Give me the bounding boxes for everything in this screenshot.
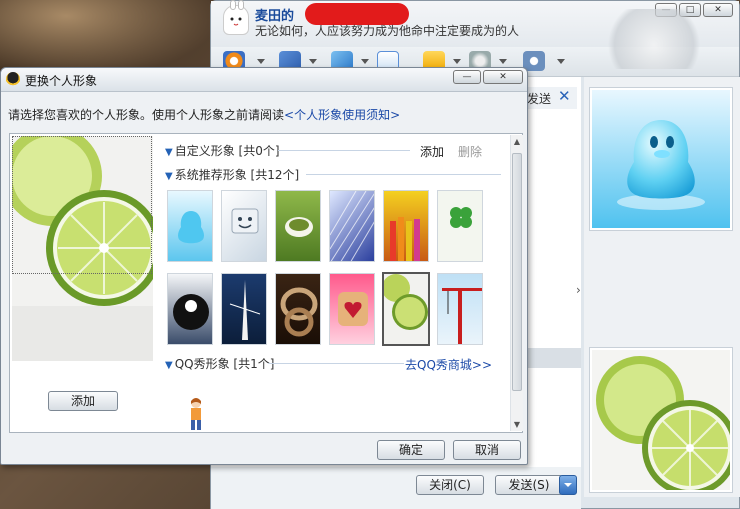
decorative-flower bbox=[599, 9, 709, 69]
thumb-rope[interactable] bbox=[275, 273, 321, 345]
dialog-title: 更换个人形象 bbox=[25, 74, 98, 88]
chevron-down-icon[interactable] bbox=[309, 59, 317, 64]
chevron-down-icon[interactable] bbox=[361, 59, 369, 64]
qqshow-figure[interactable] bbox=[186, 396, 206, 432]
minimize-button[interactable]: — bbox=[453, 70, 481, 84]
thumb-rowing-boat[interactable] bbox=[221, 273, 267, 345]
thumb-keyboard-smile[interactable] bbox=[221, 190, 267, 262]
thumb-colored-pencils[interactable] bbox=[383, 190, 429, 262]
scroll-down-icon[interactable]: ▼ bbox=[511, 418, 523, 431]
custom-section-header[interactable]: ▼ 自定义形象 [共0个] bbox=[165, 142, 280, 159]
close-button[interactable]: 关闭(C) bbox=[416, 475, 484, 495]
rabbit-avatar-icon[interactable] bbox=[223, 0, 249, 35]
section-divider bbox=[268, 363, 404, 364]
custom-section-label: 自定义形象 [共0个] bbox=[174, 144, 280, 158]
send-button[interactable]: 发送(S) bbox=[495, 475, 563, 495]
scrollbar-thumb[interactable] bbox=[512, 153, 522, 391]
chevron-right-icon[interactable]: › bbox=[576, 283, 581, 297]
chat-footer: 关闭(C) 发送(S) bbox=[211, 467, 581, 509]
section-divider bbox=[306, 174, 501, 175]
qq-penguin-icon bbox=[6, 72, 20, 88]
dialog-title-bar[interactable]: 更换个人形象 — ✕ bbox=[1, 68, 527, 92]
section-divider bbox=[278, 150, 410, 151]
thumb-billiard-ball[interactable] bbox=[167, 273, 213, 345]
close-icon[interactable]: ✕ bbox=[558, 87, 571, 105]
delete-custom-link[interactable]: 删除 bbox=[458, 143, 482, 160]
chevron-down-icon[interactable] bbox=[257, 59, 265, 64]
vertical-scrollbar[interactable]: ▲ ▼ bbox=[510, 135, 523, 431]
send-tab-label[interactable]: 发送 bbox=[527, 90, 551, 107]
thumb-clover[interactable] bbox=[437, 190, 483, 262]
send-options-button[interactable] bbox=[559, 475, 577, 495]
change-avatar-dialog: 更换个人形象 — ✕ 请选择您喜欢的个人形象。使用个人形象之前请阅读<个人形象使… bbox=[0, 67, 528, 465]
system-section-label: 系统推荐形象 [共12个] bbox=[174, 168, 300, 182]
qqshow-mall-link[interactable]: 去QQ秀商城>> bbox=[405, 356, 492, 373]
preview-selection-frame bbox=[12, 136, 152, 274]
qqshow-section-header[interactable]: ▼ QQ秀形象 [共1个] bbox=[165, 355, 274, 372]
thumb-qq-penguin[interactable] bbox=[167, 190, 213, 262]
add-custom-link[interactable]: 添加 bbox=[420, 143, 444, 160]
chevron-down-icon[interactable] bbox=[453, 59, 461, 64]
description-text: 请选择您喜欢的个人形象。使用个人形象之前请阅读 bbox=[8, 108, 285, 122]
ok-button[interactable]: 确定 bbox=[377, 440, 445, 460]
chevron-down-icon[interactable] bbox=[557, 59, 565, 64]
scroll-up-icon[interactable]: ▲ bbox=[511, 135, 523, 148]
thumb-coffee-cup[interactable] bbox=[275, 190, 321, 262]
chevron-down-icon: ▼ bbox=[165, 171, 173, 182]
thumb-building[interactable] bbox=[329, 190, 375, 262]
my-avatar-show bbox=[589, 347, 738, 496]
dialog-description: 请选择您喜欢的个人形象。使用个人形象之前请阅读<个人形象使用须知> bbox=[8, 106, 400, 123]
chevron-down-icon bbox=[564, 483, 572, 487]
system-section-header[interactable]: ▼ 系统推荐形象 [共12个] bbox=[165, 166, 299, 183]
thumb-crane[interactable] bbox=[437, 273, 483, 345]
thumb-lime[interactable] bbox=[382, 272, 430, 346]
qqshow-section-label: QQ秀形象 [共1个] bbox=[174, 357, 275, 371]
chevron-down-icon: ▼ bbox=[165, 147, 173, 158]
dialog-window-controls: — ✕ bbox=[453, 70, 523, 84]
add-avatar-button[interactable]: 添加 bbox=[48, 391, 118, 411]
usage-notice-link[interactable]: <个人形象使用须知> bbox=[284, 108, 400, 122]
avatar-panel: 添加 ▼ 自定义形象 [共0个] 添加 删除 ▼ 系统推荐形象 [共12个] ▼… bbox=[2, 126, 523, 433]
contact-avatar-show bbox=[589, 87, 733, 231]
cancel-button[interactable]: 取消 bbox=[453, 440, 521, 460]
chevron-down-icon: ▼ bbox=[165, 360, 173, 371]
close-dialog-button[interactable]: ✕ bbox=[483, 70, 523, 84]
chevron-down-icon[interactable] bbox=[499, 59, 507, 64]
thumb-heart-toast[interactable] bbox=[329, 273, 375, 345]
contact-signature: 无论如何，人应该努力成为他命中注定要成为的人 bbox=[255, 24, 520, 38]
